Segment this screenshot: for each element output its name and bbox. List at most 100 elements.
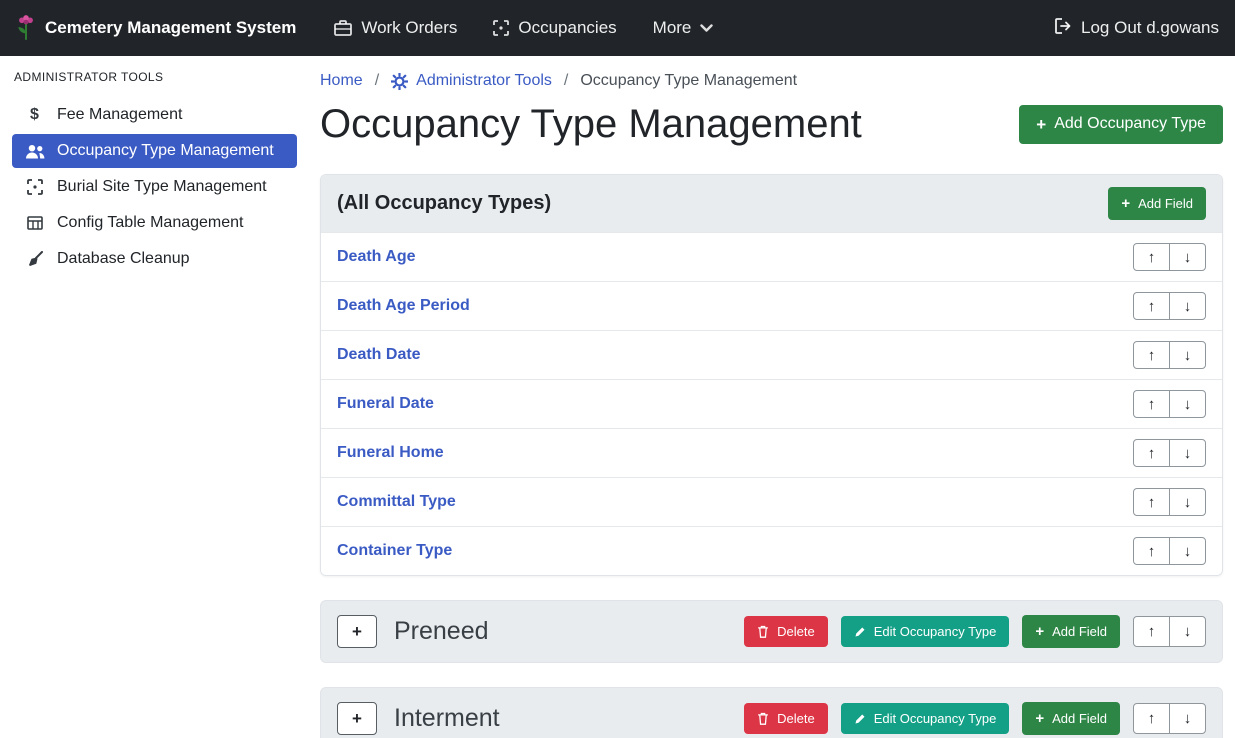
field-row: Funeral Date ↑ ↓ xyxy=(321,379,1222,428)
move-down-button[interactable]: ↓ xyxy=(1169,292,1206,320)
move-down-button[interactable]: ↓ xyxy=(1169,703,1206,734)
top-navigation: Work Orders Occupancies More xyxy=(334,18,713,38)
move-down-button[interactable]: ↓ xyxy=(1169,439,1206,467)
breadcrumb-admin-tools-link[interactable]: Administrator Tools xyxy=(391,72,552,90)
plus-icon: + xyxy=(1035,711,1044,726)
field-link[interactable]: Committal Type xyxy=(337,493,456,511)
app-title: Cemetery Management System xyxy=(45,18,296,38)
field-link[interactable]: Death Age Period xyxy=(337,297,470,315)
add-occupancy-type-button[interactable]: + Add Occupancy Type xyxy=(1019,105,1223,144)
reorder-controls: ↑ ↓ xyxy=(1133,703,1206,734)
breadcrumb: Home / Administrator Tools / Occupancy T… xyxy=(320,72,1223,90)
arrow-down-icon: ↓ xyxy=(1184,711,1192,726)
arrow-up-icon: ↑ xyxy=(1148,446,1156,461)
occupancy-type-section-interment: + Interment Delete xyxy=(320,687,1223,738)
nav-more[interactable]: More xyxy=(653,18,714,38)
nav-work-orders[interactable]: Work Orders xyxy=(334,18,457,38)
move-down-button[interactable]: ↓ xyxy=(1169,537,1206,565)
arrow-up-icon: ↑ xyxy=(1148,250,1156,265)
move-down-button[interactable]: ↓ xyxy=(1169,390,1206,418)
move-up-button[interactable]: ↑ xyxy=(1133,488,1170,516)
main-content: Home / Administrator Tools / Occupancy T… xyxy=(308,56,1235,738)
section-actions: Delete Edit Occupancy Type + Add Field ↑ xyxy=(744,702,1206,735)
card-title: (All Occupancy Types) xyxy=(337,192,551,215)
expand-section-button[interactable]: + xyxy=(337,615,377,648)
arrow-up-icon: ↑ xyxy=(1148,624,1156,639)
reorder-controls: ↑ ↓ xyxy=(1133,292,1206,320)
move-down-button[interactable]: ↓ xyxy=(1169,616,1206,647)
move-up-button[interactable]: ↑ xyxy=(1133,243,1170,271)
expand-section-button[interactable]: + xyxy=(337,702,377,735)
arrow-up-icon: ↑ xyxy=(1148,711,1156,726)
move-down-button[interactable]: ↓ xyxy=(1169,243,1206,271)
sidebar-item-label: Config Table Management xyxy=(57,214,244,232)
reorder-controls: ↑ ↓ xyxy=(1133,243,1206,271)
field-link[interactable]: Death Age xyxy=(337,248,416,266)
move-up-button[interactable]: ↑ xyxy=(1133,390,1170,418)
sidebar-item-config-table-management[interactable]: Config Table Management xyxy=(12,206,297,240)
reorder-controls: ↑ ↓ xyxy=(1133,488,1206,516)
sidebar-item-label: Fee Management xyxy=(57,106,182,124)
move-up-button[interactable]: ↑ xyxy=(1133,292,1170,320)
move-up-button[interactable]: ↑ xyxy=(1133,439,1170,467)
flower-logo-icon xyxy=(16,13,36,43)
delete-button[interactable]: Delete xyxy=(744,616,828,647)
add-occupancy-type-label: Add Occupancy Type xyxy=(1054,116,1206,132)
section-title: Preneed xyxy=(394,617,489,646)
sidebar-item-database-cleanup[interactable]: Database Cleanup xyxy=(12,242,297,276)
sidebar-item-fee-management[interactable]: $ Fee Management xyxy=(12,98,297,132)
nav-occupancies[interactable]: Occupancies xyxy=(493,18,616,38)
users-icon xyxy=(23,144,46,159)
field-row: Death Age ↑ ↓ xyxy=(321,232,1222,281)
arrow-up-icon: ↑ xyxy=(1148,397,1156,412)
burial-site-icon xyxy=(23,179,46,195)
field-link[interactable]: Death Date xyxy=(337,346,421,364)
field-link[interactable]: Funeral Home xyxy=(337,444,444,462)
section-actions: Delete Edit Occupancy Type + Add Field ↑ xyxy=(744,615,1206,648)
delete-label: Delete xyxy=(777,712,815,725)
move-down-button[interactable]: ↓ xyxy=(1169,341,1206,369)
move-up-button[interactable]: ↑ xyxy=(1133,537,1170,565)
pencil-icon xyxy=(854,626,866,638)
delete-button[interactable]: Delete xyxy=(744,703,828,734)
reorder-controls: ↑ ↓ xyxy=(1133,439,1206,467)
trash-icon xyxy=(757,625,769,638)
field-link[interactable]: Funeral Date xyxy=(337,395,434,413)
trash-icon xyxy=(757,712,769,725)
delete-label: Delete xyxy=(777,625,815,638)
sidebar-item-occupancy-type-management[interactable]: Occupancy Type Management xyxy=(12,134,297,168)
nav-more-label: More xyxy=(653,18,692,38)
app-brand[interactable]: Cemetery Management System xyxy=(16,13,296,43)
field-row: Container Type ↑ ↓ xyxy=(321,526,1222,575)
breadcrumb-home-link[interactable]: Home xyxy=(320,72,363,90)
sidebar-item-burial-site-type-management[interactable]: Burial Site Type Management xyxy=(12,170,297,204)
field-link[interactable]: Container Type xyxy=(337,542,452,560)
add-field-label: Add Field xyxy=(1052,625,1107,638)
add-field-button[interactable]: + Add Field xyxy=(1022,702,1120,735)
add-field-button[interactable]: + Add Field xyxy=(1108,187,1206,220)
top-navbar: Cemetery Management System Work Orders O… xyxy=(0,0,1235,56)
arrow-down-icon: ↓ xyxy=(1184,544,1192,559)
move-up-button[interactable]: ↑ xyxy=(1133,703,1170,734)
move-down-button[interactable]: ↓ xyxy=(1169,488,1206,516)
edit-occupancy-type-button[interactable]: Edit Occupancy Type xyxy=(841,703,1010,734)
move-up-button[interactable]: ↑ xyxy=(1133,616,1170,647)
reorder-controls: ↑ ↓ xyxy=(1133,616,1206,647)
sidebar-item-label: Occupancy Type Management xyxy=(57,142,274,160)
all-occupancy-types-card: (All Occupancy Types) + Add Field Death … xyxy=(320,174,1223,576)
broom-icon xyxy=(23,251,46,267)
logout-icon xyxy=(1054,18,1072,39)
reorder-controls: ↑ ↓ xyxy=(1133,341,1206,369)
move-up-button[interactable]: ↑ xyxy=(1133,341,1170,369)
plus-icon: + xyxy=(1035,624,1044,639)
sidebar-item-label: Database Cleanup xyxy=(57,250,190,268)
plus-icon: + xyxy=(1036,116,1046,133)
logout-button[interactable]: Log Out d.gowans xyxy=(1054,18,1219,39)
occupancies-icon xyxy=(493,20,509,36)
arrow-down-icon: ↓ xyxy=(1184,299,1192,314)
field-row: Death Age Period ↑ ↓ xyxy=(321,281,1222,330)
edit-occupancy-type-button[interactable]: Edit Occupancy Type xyxy=(841,616,1010,647)
add-field-button[interactable]: + Add Field xyxy=(1022,615,1120,648)
arrow-down-icon: ↓ xyxy=(1184,624,1192,639)
reorder-controls: ↑ ↓ xyxy=(1133,390,1206,418)
